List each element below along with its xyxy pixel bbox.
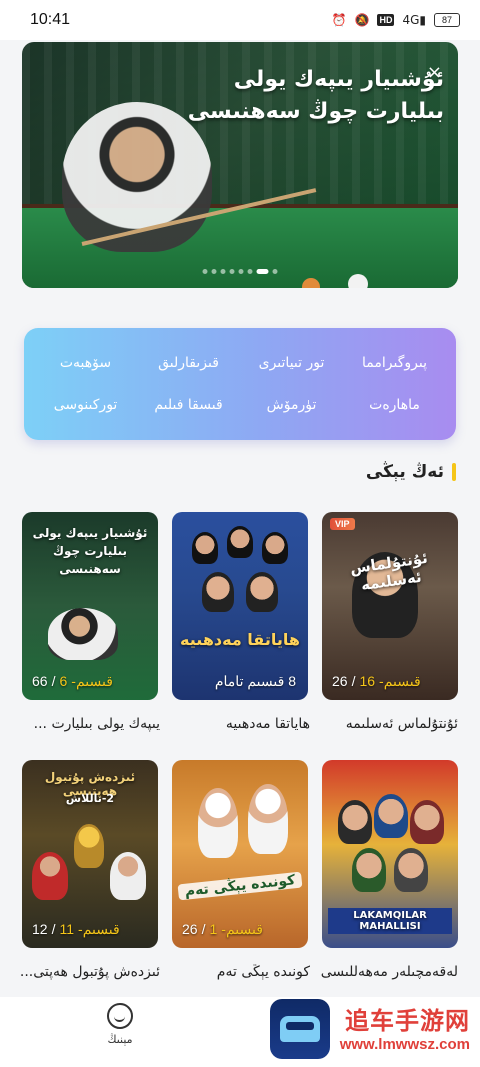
card-title[interactable]: يىپەك يولى بىليارت ... — [10, 716, 160, 732]
category-item[interactable]: قىسقا فىلىم — [137, 384, 240, 426]
bottom-nav: مېنىڭ 追车手游网 www.lmwwsz.com — [0, 997, 480, 1067]
category-item[interactable]: پىروگىرامما — [343, 342, 446, 384]
poster-person — [410, 800, 444, 844]
poster-person — [110, 852, 146, 900]
alarm-icon: ⏰ — [331, 13, 347, 27]
video-card[interactable]: ھاياتقا مەدھىيە 8 قىسىم تامام — [172, 512, 308, 700]
card-title[interactable]: لەقەمچىلەر مەھەللىسى — [308, 964, 458, 980]
section-title: ئەڭ يېڭى — [365, 462, 444, 482]
category-item[interactable]: سۆھبەت — [34, 342, 137, 384]
card-title[interactable]: ئۇنتۇلماس ئەسلىمە — [308, 716, 458, 732]
category-item[interactable]: توركىنوسى — [34, 384, 137, 426]
category-grid: پىروگىرامما تور تىياتىرى قىزىقارلىق سۆھبەت م… — [24, 328, 456, 440]
category-panel: پىروگىرامما تور تىياتىرى قىزىقارلىق سۆھبەت م… — [24, 328, 456, 440]
poster-person — [202, 572, 234, 612]
category-item[interactable]: تۈرمۆش — [240, 384, 343, 426]
nav-mine[interactable]: مېنىڭ — [98, 1003, 142, 1046]
poster-person — [48, 608, 118, 660]
status-time: 10:41 — [30, 11, 71, 28]
episode-total: 12 — [32, 921, 48, 937]
trophy-icon — [74, 824, 104, 868]
status-bar: 10:41 ⏰ 🔕 HD 4G▮ 87 — [0, 0, 480, 40]
poster-person — [198, 788, 238, 858]
episode-total: 26 — [332, 673, 348, 689]
poster-person — [262, 532, 288, 564]
card-title[interactable]: ھاياتقا مەدھىيە — [160, 716, 310, 732]
episode-total: 26 — [182, 921, 198, 937]
poster-person — [374, 794, 408, 838]
poster-person — [394, 848, 428, 892]
episode-current: 6 — [59, 673, 68, 689]
poster-person — [352, 848, 386, 892]
section-header: ئەڭ يېڭى — [366, 462, 456, 482]
video-card[interactable]: LAKAMQILAR MAHALLISI — [322, 760, 458, 948]
banner-cue-ball — [348, 274, 368, 288]
episode-current: 11 — [59, 921, 75, 937]
category-item[interactable]: ماھارەت — [343, 384, 446, 426]
banner-dot[interactable] — [211, 269, 217, 274]
hd-icon: HD — [377, 14, 395, 26]
card-title[interactable]: ئىزدەش پۇتبول ھەپتى... — [10, 964, 160, 980]
banner-dot[interactable] — [238, 269, 244, 274]
poster-title: ئۇشىيار يىپەك يولى بىليارت چوڭ سەھنىسى — [32, 526, 148, 576]
episode-current: 1 — [209, 921, 218, 937]
poster-person — [338, 800, 372, 844]
signal-icon: 4G▮ — [402, 13, 426, 27]
status-badge: 8 قىسىم تامام — [215, 673, 296, 690]
smile-icon — [107, 1003, 133, 1029]
mute-icon: 🔕 — [354, 13, 370, 27]
watermark: 追车手游网 www.lmwwsz.com — [340, 1001, 470, 1053]
poster-title: كونىدە يېڭى تەم — [177, 871, 303, 901]
banner-dot[interactable] — [272, 269, 278, 274]
vip-badge: VIP — [330, 518, 355, 530]
episode-suffix: -قىسىم — [221, 921, 263, 937]
banner-dot[interactable] — [202, 269, 208, 274]
poster-person — [246, 572, 278, 612]
banner-dot[interactable] — [229, 269, 235, 274]
banner-title: ئۇشىيار يىپەك يولى بىليارت چوڭ سەھنىسى — [124, 64, 444, 128]
video-card[interactable]: كونىدە يېڭى تەم 26/ 1 -قىسىم — [172, 760, 308, 948]
episode-current: 16 — [359, 673, 376, 689]
car-icon — [280, 1016, 320, 1042]
section-accent-bar — [452, 463, 456, 481]
episode-suffix: -قىسىم — [71, 673, 113, 689]
card-title[interactable]: كونىدە يېڭى تەم — [160, 964, 310, 980]
poster-title: LAKAMQILAR MAHALLISI — [328, 908, 452, 934]
category-item[interactable]: قىزىقارلىق — [137, 342, 240, 384]
battery-icon: 87 — [434, 13, 460, 27]
video-card[interactable]: VIP ئۇنتۇلماس ئەسلىمە 26/ 16 -قىسىم — [322, 512, 458, 700]
poster-person — [227, 526, 253, 558]
episode-badge: 26/ 16 -قىسىم — [332, 673, 421, 689]
hero-banner[interactable]: ئۇشىيار يىپەك يولى بىليارت چوڭ سەھنىسى × — [22, 42, 458, 288]
banner-dot[interactable] — [247, 269, 253, 274]
poster-person — [192, 532, 218, 564]
episode-suffix: -قىسىم — [78, 921, 120, 937]
poster-tag: 2-تاللاش — [65, 792, 115, 805]
episode-badge: 12/ 11 -قىسىم — [32, 921, 120, 937]
app-logo[interactable] — [270, 999, 330, 1059]
status-icons: ⏰ 🔕 HD 4G▮ 87 — [332, 13, 460, 27]
banner-dot[interactable] — [256, 269, 269, 274]
banner-title-line2: بىليارت چوڭ سەھنىسى — [187, 99, 444, 124]
category-item[interactable]: تور تىياتىرى — [240, 342, 343, 384]
watermark-sub: www.lmwwsz.com — [339, 1036, 470, 1053]
banner-dot[interactable] — [220, 269, 226, 274]
nav-mine-label: مېنىڭ — [107, 1033, 133, 1046]
status-text: 8 قىسىم تامام — [214, 673, 296, 689]
episode-total: 66 — [32, 673, 48, 689]
episode-badge: 26/ 1 -قىسىم — [182, 921, 263, 937]
episode-badge: 66/ 6 -قىسىم — [32, 673, 113, 689]
banner-pagination[interactable] — [202, 269, 278, 274]
poster-title: ھاياتقا مەدھىيە — [180, 630, 300, 649]
watermark-main: 追车手游网 — [345, 1007, 470, 1035]
poster-person — [32, 852, 68, 900]
banner-close-icon[interactable]: × — [427, 62, 442, 83]
episode-suffix: -قىسىم — [379, 673, 421, 689]
video-card[interactable]: ئىزدەش پۇتبول ھەپتىسى 2-تاللاش 12/ 11 -ق… — [22, 760, 158, 948]
poster-person — [248, 784, 288, 854]
banner-title-line1: ئۇشىيار يىپەك يولى — [233, 67, 444, 92]
video-card[interactable]: ئۇشىيار يىپەك يولى بىليارت چوڭ سەھنىسى 6… — [22, 512, 158, 700]
